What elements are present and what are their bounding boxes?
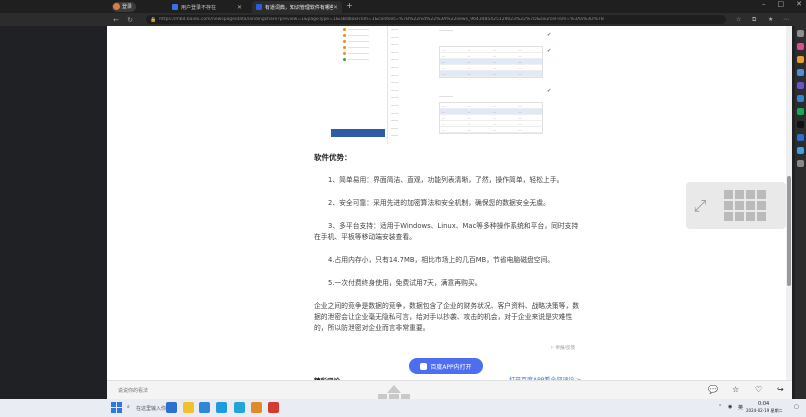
comment-input[interactable] [115, 385, 345, 396]
app-icon[interactable] [797, 134, 804, 141]
clock-time[interactable]: 0:04 [758, 401, 769, 407]
page-scrollbar[interactable] [786, 26, 792, 399]
screenshot-panel: ———— — — — — — — — — — — — — — — — — — — — — ✔ ✔ ———— —… [439, 28, 552, 134]
refresh-icon[interactable]: ↻ [126, 16, 134, 24]
grid-view-icon[interactable] [724, 190, 766, 221]
expand-icon[interactable]: ⤢ [690, 196, 710, 216]
shopping-icon[interactable] [797, 56, 804, 63]
tab-title: 用户登录不存在 [181, 4, 217, 11]
scrollbar-thumb[interactable] [787, 176, 791, 286]
comment-bar: 💬 ☆ ♡ ↪ [107, 380, 792, 399]
edge-icon[interactable] [216, 402, 227, 413]
browser-tab-bar: 登录 用户登录不存在 ✕ 有道词典，知识管理软件有哪些 ✕ + – □ ✕ [0, 0, 806, 13]
task-view-icon[interactable] [166, 402, 177, 413]
lock-icon: 🔒 [150, 16, 157, 23]
wps-icon[interactable] [268, 402, 279, 413]
back-icon[interactable]: ← [112, 16, 120, 24]
screenshot-user-list: —————— —————— —————— —————— —————— —————… [331, 26, 385, 144]
browser-icon[interactable] [234, 402, 245, 413]
windows-taskbar: ⌕ 在这里输入你要搜索的内容 ⌃ ◉ 英 0:04 2024-02-19 星期二… [0, 399, 806, 417]
address-toolbar: ← ↻ 🔒 https://mbd.baidu.com/newspage/dat… [0, 13, 806, 26]
extensions-icon[interactable]: ⧉ [752, 16, 756, 24]
baidu-app-icon [420, 362, 428, 370]
minimize-icon[interactable]: – [762, 0, 766, 8]
menu-icon[interactable]: ⋯ [783, 16, 789, 23]
url-text: https://mbd.baidu.com/newspage/data/land… [159, 17, 604, 22]
profile-button[interactable]: 登录 [112, 1, 137, 12]
app-icon[interactable] [251, 402, 262, 413]
share-icon[interactable]: ↪ [777, 385, 784, 394]
tab-favicon-icon [172, 4, 178, 10]
taskbar-search-placeholder[interactable]: 在这里输入你要搜索的内容 [136, 405, 168, 412]
tools-icon[interactable] [797, 69, 804, 76]
advantage-point: 1、简单易用：界面简洁、直观，功能列表清晰，了然，操作简单，轻松上手。 [328, 176, 564, 184]
tab-close-icon[interactable]: ✕ [333, 4, 338, 11]
tab-favicon-icon [256, 4, 262, 10]
tab-close-icon[interactable]: ✕ [237, 4, 242, 11]
advantage-point: 5.一次付费终身使用，免费试用7天，满意再购买。 [328, 279, 482, 287]
url-field[interactable]: 🔒 https://mbd.baidu.com/newspage/data/la… [146, 15, 726, 24]
search-icon[interactable] [797, 30, 804, 37]
star-icon[interactable]: ☆ [736, 16, 741, 23]
window-controls: – □ ✕ [762, 0, 802, 8]
copilot-icon[interactable] [797, 43, 804, 50]
advantage-point: 3、多平台支持：适用于Windows、Linux、Mac等多种操作系统和平台，同… [314, 222, 579, 241]
notification-icon[interactable]: ▢ [794, 404, 799, 410]
app-icon[interactable] [199, 402, 210, 413]
open-in-app-button[interactable]: 百度APP内打开 [409, 358, 483, 374]
taskbar-search-icon[interactable]: ⌕ [127, 404, 130, 410]
closing-paragraph: 企业之间的竞争是数据的竞争，数据包含了企业的财务状况、客户资料、战略决策等，数据… [314, 302, 580, 332]
screenshot-footer-bar [331, 129, 385, 137]
avatar-icon [113, 3, 120, 10]
favorites-icon[interactable]: ★ [768, 16, 773, 23]
page-content: —————— —————— —————— —————— —————— —————… [107, 26, 792, 399]
star-icon[interactable]: ☆ [732, 385, 739, 394]
report-link[interactable]: ⚐ 举报/反馈 [550, 345, 575, 351]
add-icon[interactable] [797, 160, 804, 167]
games-icon[interactable] [797, 82, 804, 89]
tab-user-login[interactable]: 用户登录不存在 ✕ [168, 1, 246, 13]
app-icon[interactable] [797, 147, 804, 154]
tiktok-icon[interactable] [797, 121, 804, 128]
section-heading: 软件优势： [314, 153, 352, 162]
article-body: 软件优势： 1、简单易用：界面简洁、直观，功能列表清晰，了然，操作简单，轻松上手… [314, 152, 582, 344]
maximize-icon[interactable]: □ [778, 0, 785, 8]
ime-lang[interactable]: 英 [738, 404, 743, 411]
office-icon[interactable] [797, 95, 804, 102]
clock-date[interactable]: 2024-02-19 星期二 [746, 408, 783, 414]
image-viewer-widget[interactable]: ⤢ [686, 182, 786, 229]
like-icon[interactable]: ♡ [755, 385, 762, 394]
advantage-point: 4.占用内存小，只有14.7MB，相比市场上的几百MB，节省电脑磁盘空间。 [328, 256, 555, 264]
tab-title: 有道词典，知识管理软件有哪些 [264, 4, 333, 11]
tab-article[interactable]: 有道词典，知识管理软件有哪些 ✕ [252, 1, 342, 13]
open-in-app-label: 百度APP内打开 [430, 363, 472, 371]
screenshot-menu: —— —— —— —— —— —— —— —— —— —— —— —— —— —— —— [387, 26, 435, 144]
browser-sidebar [795, 26, 806, 399]
start-menu-icon[interactable] [111, 402, 122, 413]
file-explorer-icon[interactable] [183, 402, 194, 413]
network-icon[interactable]: ◉ [728, 404, 732, 410]
profile-label: 登录 [122, 4, 133, 10]
tray-up-icon[interactable]: ⌃ [718, 404, 722, 410]
new-tab-icon[interactable]: + [346, 1, 353, 10]
comment-icon[interactable]: 💬 [708, 385, 718, 394]
close-window-icon[interactable]: ✕ [796, 0, 802, 8]
article-screenshot-image: —————— —————— —————— —————— —————— —————… [331, 26, 572, 146]
outlook-icon[interactable] [797, 108, 804, 115]
advantage-point: 2、安全可靠：采用先进的加密算法和安全机制，确保您的数据安全无虞。 [328, 199, 550, 207]
